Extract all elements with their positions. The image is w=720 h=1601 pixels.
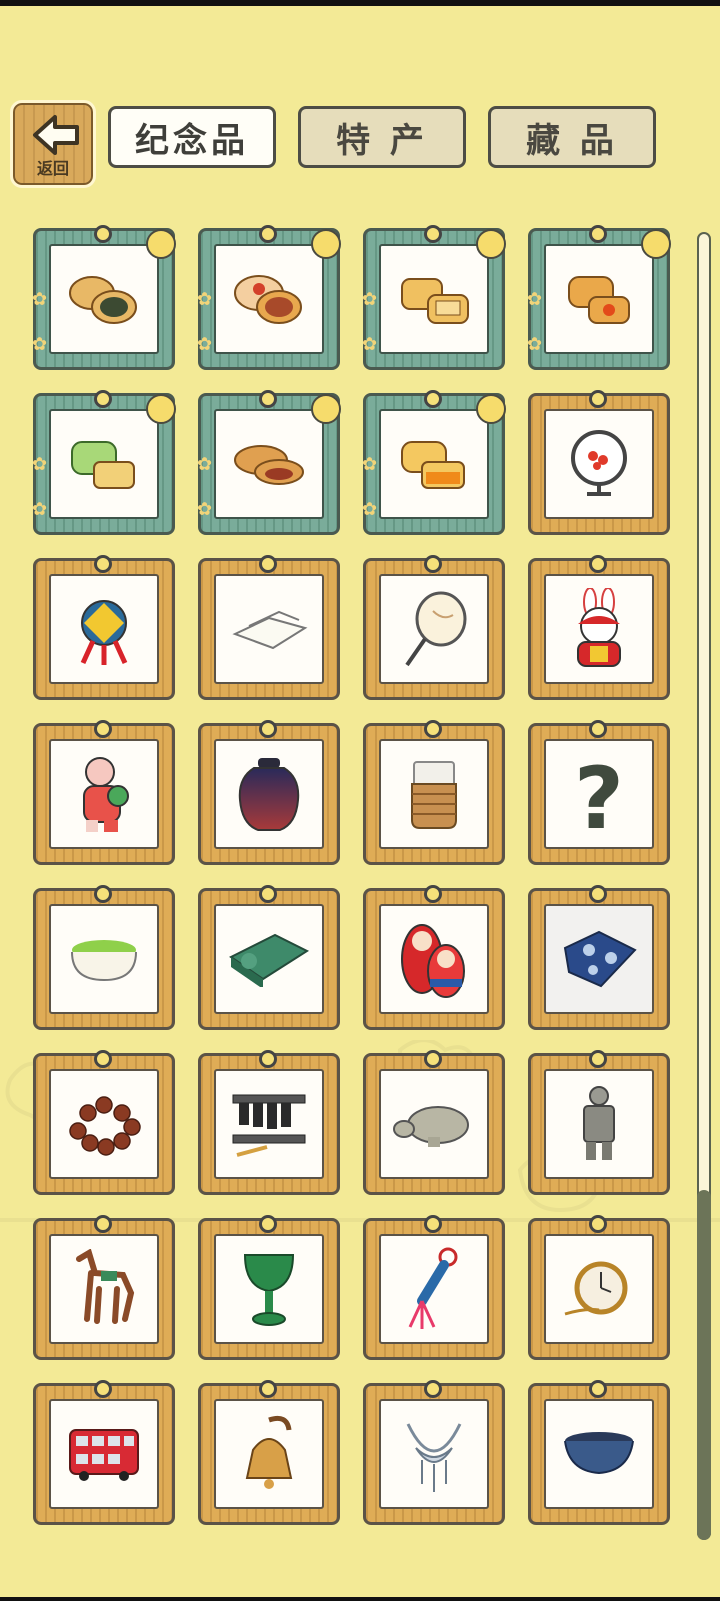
item-card[interactable]	[198, 555, 340, 700]
item-card[interactable]	[363, 1050, 505, 1195]
item-card[interactable]	[198, 885, 340, 1030]
item-card[interactable]	[363, 1380, 505, 1525]
unknown-item-icon: ?	[574, 749, 624, 849]
matcha-bowl-icon	[71, 940, 137, 982]
mooncake-icon	[71, 441, 135, 489]
item-card[interactable]: ✿ ✿	[362, 225, 506, 370]
back-button[interactable]: 返回	[10, 100, 96, 188]
back-label: 返回	[36, 159, 69, 178]
item-card[interactable]	[33, 1215, 175, 1360]
item-card[interactable]: ✿ ✿	[32, 225, 176, 370]
tang-horse-icon	[76, 1249, 135, 1324]
item-card[interactable]	[33, 555, 175, 700]
item-card[interactable]	[198, 1380, 340, 1525]
status-strip	[0, 0, 720, 6]
item-card[interactable]: ?	[528, 720, 670, 865]
clay-doll-icon	[83, 757, 129, 832]
item-card[interactable]	[198, 1050, 340, 1195]
item-card[interactable]	[528, 390, 670, 535]
mooncake-icon	[234, 445, 304, 485]
knot-tassel-icon	[408, 1247, 458, 1329]
round-fan-icon	[405, 591, 467, 667]
item-card[interactable]	[363, 885, 505, 1030]
matryoshka-icon	[401, 924, 465, 998]
stone-turtle-icon	[393, 1106, 469, 1147]
item-card[interactable]: ✿ ✿	[197, 225, 341, 370]
item-card[interactable]	[528, 555, 670, 700]
item-card[interactable]	[528, 1215, 670, 1360]
rabbit-figurine-icon	[577, 588, 621, 667]
tab-souvenirs[interactable]: 纪念品	[108, 106, 276, 168]
silk-cloth-icon	[232, 610, 308, 650]
chime-bells-icon	[232, 1094, 306, 1157]
prayer-beads-icon	[69, 1096, 141, 1156]
pocket-watch-icon	[564, 1261, 628, 1316]
back-arrow-icon	[33, 115, 79, 155]
item-card[interactable]	[363, 555, 505, 700]
item-card[interactable]	[198, 1215, 340, 1360]
item-card[interactable]	[33, 1050, 175, 1195]
mooncake-icon	[401, 441, 465, 489]
jade-inkstone-icon	[229, 933, 310, 987]
item-card[interactable]	[198, 720, 340, 865]
item-card[interactable]	[33, 1380, 175, 1525]
blue-print-cloth-icon	[563, 930, 637, 988]
scrollbar-thumb[interactable]	[697, 1190, 711, 1540]
mooncake-icon	[69, 276, 137, 324]
terracotta-warrior-icon	[583, 1086, 615, 1160]
mooncake-icon	[401, 278, 469, 324]
item-card[interactable]	[528, 1380, 670, 1525]
item-card[interactable]: ✿ ✿	[527, 225, 671, 370]
item-card[interactable]	[363, 1215, 505, 1360]
woven-cup-icon	[411, 761, 457, 829]
item-card[interactable]	[33, 720, 175, 865]
tab-collectibles[interactable]: 藏 品	[488, 106, 656, 168]
lacquer-jar-icon	[238, 758, 300, 831]
tab-specialties[interactable]: 特 产	[298, 106, 466, 168]
item-card[interactable]	[528, 1050, 670, 1195]
tea-bowl-icon	[564, 1432, 634, 1475]
mooncake-icon	[234, 275, 302, 324]
bell-icon	[245, 1415, 293, 1489]
embroidered-ball-icon	[80, 600, 128, 665]
jade-goblet-icon	[243, 1254, 295, 1326]
double-decker-bus-icon	[69, 1429, 139, 1481]
item-card[interactable]: ✿ ✿	[32, 390, 176, 535]
silver-necklace-icon	[406, 1423, 462, 1492]
item-card[interactable]	[528, 885, 670, 1030]
item-card[interactable]: ✿ ✿	[197, 390, 341, 535]
embroidery-screen-icon	[571, 430, 627, 496]
item-card[interactable]	[33, 885, 175, 1030]
item-card[interactable]	[363, 720, 505, 865]
item-card[interactable]: ✿ ✿	[362, 390, 506, 535]
bottom-strip	[0, 1597, 720, 1601]
mooncake-icon	[568, 276, 630, 324]
